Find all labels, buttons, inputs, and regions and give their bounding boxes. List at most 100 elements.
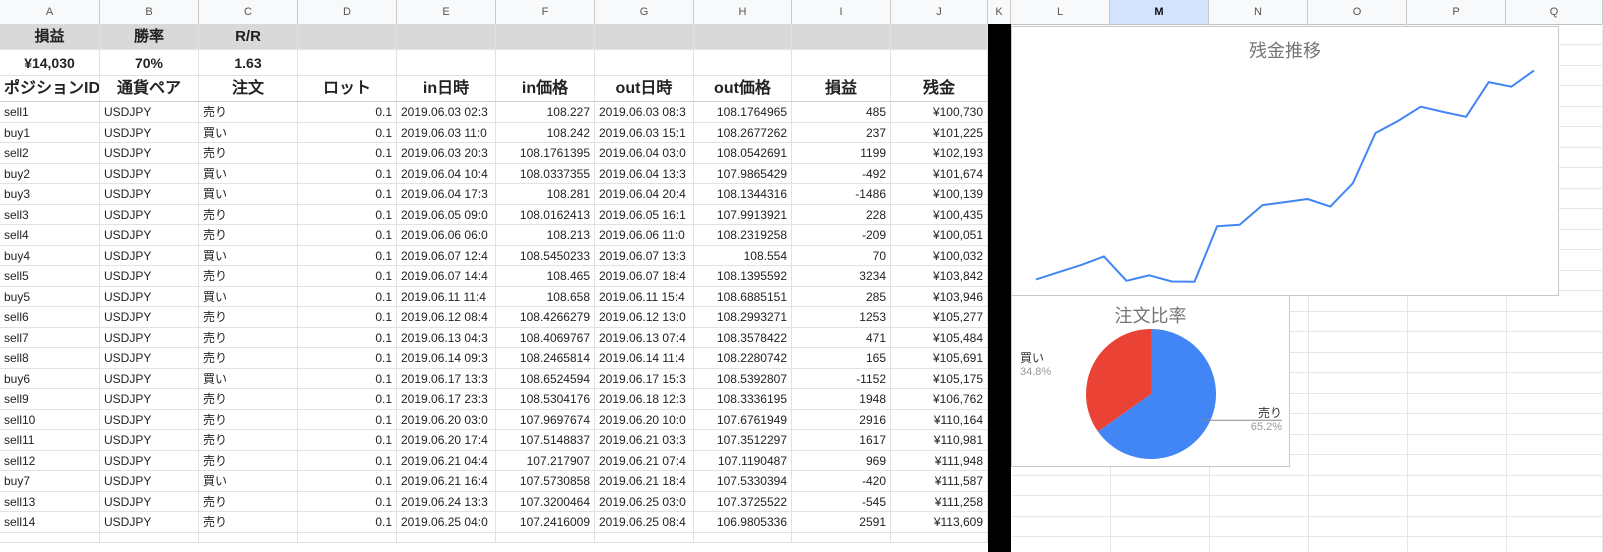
table-cell[interactable]: 0.1 — [298, 512, 397, 533]
table-cell[interactable]: 107.3512297 — [694, 430, 792, 451]
table-cell[interactable]: 0.1 — [298, 225, 397, 246]
table-cell[interactable]: 228 — [792, 204, 891, 225]
table-cell[interactable]: sell7 — [0, 327, 100, 348]
table-cell[interactable]: buy5 — [0, 286, 100, 307]
column-header-h[interactable]: H — [694, 0, 792, 24]
table-cell-partial[interactable] — [595, 532, 694, 543]
table-cell[interactable]: 2591 — [792, 512, 891, 533]
table-cell[interactable]: USDJPY — [100, 204, 199, 225]
table-cell[interactable]: 買い — [199, 122, 298, 143]
table-cell[interactable]: 0.1 — [298, 327, 397, 348]
table-cell[interactable]: 2019.06.21 07:4 — [595, 450, 694, 471]
table-cell[interactable]: 2019.06.21 16:4 — [397, 471, 496, 492]
summary-header-empty-cell[interactable] — [298, 24, 397, 50]
table-cell[interactable]: 106.9805336 — [694, 512, 792, 533]
summary-header-empty-cell[interactable] — [792, 24, 891, 50]
column-header-q[interactable]: Q — [1506, 0, 1603, 24]
table-cell[interactable]: 108.5304176 — [496, 389, 595, 410]
table-cell[interactable]: 売り — [199, 204, 298, 225]
table-cell[interactable]: 1617 — [792, 430, 891, 451]
table-cell[interactable]: buy1 — [0, 122, 100, 143]
table-cell[interactable]: 2019.06.13 07:4 — [595, 327, 694, 348]
table-cell[interactable]: 0.1 — [298, 409, 397, 430]
table-cell[interactable]: 2019.06.03 02:3 — [397, 102, 496, 123]
column-header-m[interactable]: M — [1110, 0, 1209, 24]
summary-header-empty-cell[interactable] — [397, 24, 496, 50]
table-cell[interactable]: 0.1 — [298, 307, 397, 328]
column-header-a[interactable]: A — [0, 0, 100, 24]
table-cell[interactable]: USDJPY — [100, 512, 199, 533]
summary-header-cell[interactable]: R/R — [199, 24, 298, 50]
table-cell[interactable]: 107.9697674 — [496, 409, 595, 430]
table-cell[interactable]: 108.227 — [496, 102, 595, 123]
table-cell[interactable]: 買い — [199, 163, 298, 184]
table-cell[interactable]: 2019.06.07 13:3 — [595, 245, 694, 266]
summary-value-cell[interactable]: 70% — [100, 50, 199, 76]
table-cell[interactable]: buy4 — [0, 245, 100, 266]
table-cell[interactable]: 108.465 — [496, 266, 595, 287]
table-cell[interactable]: 70 — [792, 245, 891, 266]
column-header-i[interactable]: I — [792, 0, 891, 24]
table-cell[interactable]: 108.0162413 — [496, 204, 595, 225]
table-cell[interactable]: 2019.06.14 09:3 — [397, 348, 496, 369]
table-cell[interactable]: 1253 — [792, 307, 891, 328]
table-cell[interactable]: buy2 — [0, 163, 100, 184]
table-cell[interactable]: ¥105,175 — [891, 368, 988, 389]
table-cell[interactable]: 107.9913921 — [694, 204, 792, 225]
table-cell[interactable]: USDJPY — [100, 143, 199, 164]
table-cell[interactable]: buy6 — [0, 368, 100, 389]
table-cell[interactable]: 売り — [199, 450, 298, 471]
table-cell[interactable]: 2019.06.04 03:0 — [595, 143, 694, 164]
table-cell[interactable]: ¥105,484 — [891, 327, 988, 348]
table-cell[interactable]: USDJPY — [100, 430, 199, 451]
table-cell[interactable]: 2019.06.03 11:0 — [397, 122, 496, 143]
balance-series-line[interactable] — [1035, 69, 1535, 283]
summary-value-empty-cell[interactable] — [891, 50, 988, 76]
table-cell[interactable]: 売り — [199, 348, 298, 369]
column-header-e[interactable]: E — [397, 0, 496, 24]
table-header-cell[interactable]: out価格 — [694, 76, 792, 102]
table-cell[interactable]: 2019.06.11 11:4 — [397, 286, 496, 307]
column-header-c[interactable]: C — [199, 0, 298, 24]
summary-header-empty-cell[interactable] — [694, 24, 792, 50]
table-cell[interactable]: sell1 — [0, 102, 100, 123]
column-header-f[interactable]: F — [496, 0, 595, 24]
table-cell[interactable]: USDJPY — [100, 286, 199, 307]
table-cell-partial[interactable] — [298, 532, 397, 543]
table-cell[interactable]: USDJPY — [100, 102, 199, 123]
table-cell[interactable]: USDJPY — [100, 266, 199, 287]
table-cell[interactable]: 0.1 — [298, 286, 397, 307]
table-cell[interactable]: 2019.06.12 13:0 — [595, 307, 694, 328]
frozen-divider[interactable] — [988, 24, 1011, 552]
table-cell-partial[interactable] — [496, 532, 595, 543]
table-cell[interactable]: 0.1 — [298, 163, 397, 184]
table-cell[interactable]: -492 — [792, 163, 891, 184]
table-cell[interactable]: 107.6761949 — [694, 409, 792, 430]
table-cell[interactable]: 0.1 — [298, 266, 397, 287]
table-cell-partial[interactable] — [199, 532, 298, 543]
table-cell[interactable]: USDJPY — [100, 327, 199, 348]
table-cell[interactable]: 108.5392807 — [694, 368, 792, 389]
table-header-cell[interactable]: 注文 — [199, 76, 298, 102]
table-cell[interactable]: 売り — [199, 143, 298, 164]
table-cell[interactable]: 2019.06.25 08:4 — [595, 512, 694, 533]
table-cell[interactable]: 107.2416009 — [496, 512, 595, 533]
summary-value-empty-cell[interactable] — [298, 50, 397, 76]
column-header-l[interactable]: L — [1011, 0, 1110, 24]
table-header-cell[interactable]: 損益 — [792, 76, 891, 102]
table-cell[interactable]: 107.9865429 — [694, 163, 792, 184]
summary-value-empty-cell[interactable] — [792, 50, 891, 76]
table-cell[interactable]: ¥100,051 — [891, 225, 988, 246]
table-cell[interactable]: -1152 — [792, 368, 891, 389]
table-cell[interactable]: USDJPY — [100, 245, 199, 266]
table-cell[interactable]: sell2 — [0, 143, 100, 164]
table-cell[interactable]: 2916 — [792, 409, 891, 430]
table-cell[interactable]: 買い — [199, 245, 298, 266]
table-cell[interactable]: 108.2677262 — [694, 122, 792, 143]
table-cell[interactable]: 108.658 — [496, 286, 595, 307]
table-cell[interactable]: 2019.06.07 12:4 — [397, 245, 496, 266]
table-cell-partial[interactable] — [100, 532, 199, 543]
summary-header-cell[interactable]: 勝率 — [100, 24, 199, 50]
table-cell[interactable]: 0.1 — [298, 450, 397, 471]
table-cell[interactable]: 108.3578422 — [694, 327, 792, 348]
